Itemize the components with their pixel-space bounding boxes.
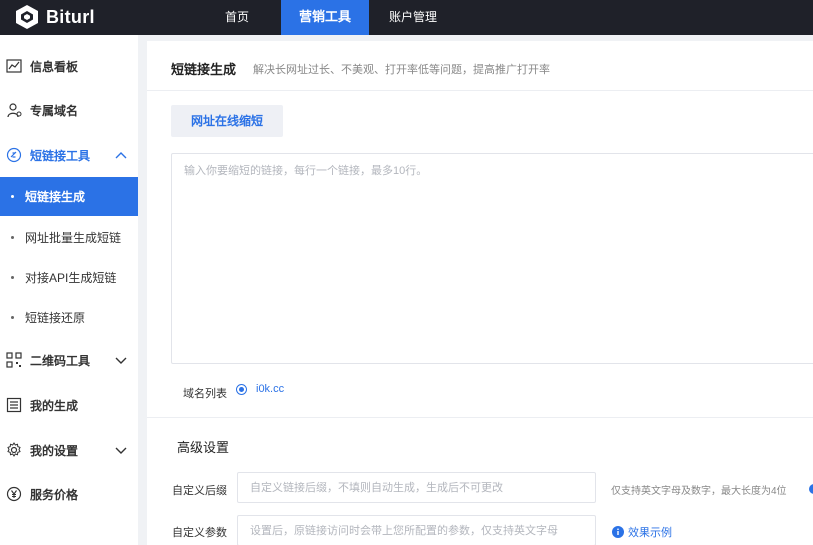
page-header: 短链接生成 解决长网址过长、不美观、打开率低等问题，提高推广打开率 <box>147 41 813 91</box>
domain-list-label: 域名列表 <box>183 388 227 400</box>
sidebar-item-my-settings[interactable]: 我的设置 <box>0 430 138 470</box>
gear-icon <box>7 442 21 457</box>
bullet-icon <box>11 316 14 319</box>
sidebar-subitem-shortlink-generate[interactable]: 短链接生成 <box>0 177 138 216</box>
bullet-icon <box>11 195 14 198</box>
example-link[interactable]: 效果示例 <box>612 524 672 540</box>
tab-url-shorten[interactable]: 网址在线缩短 <box>171 105 283 137</box>
sidebar-subitem-restore[interactable]: 短链接还原 <box>0 298 138 337</box>
nav-home[interactable]: 首页 <box>212 0 262 35</box>
nav-account[interactable]: 账户管理 <box>382 0 444 35</box>
sidebar-subitem-batch-generate[interactable]: 网址批量生成短链 <box>0 218 138 257</box>
sidebar-subitem-label: 短链接还原 <box>25 311 86 325</box>
domain-radio[interactable] <box>236 384 247 395</box>
sidebar-item-label: 服务价格 <box>30 487 79 502</box>
nav-marketing-tools[interactable]: 营销工具 <box>281 0 369 35</box>
user-domain-icon <box>7 103 22 118</box>
sidebar-item-label: 专属域名 <box>30 103 79 118</box>
sidebar-item-label: 信息看板 <box>30 59 79 74</box>
toggle-edge[interactable] <box>809 484 813 494</box>
advanced-settings-title: 高级设置 <box>177 440 230 455</box>
url-input[interactable] <box>171 153 813 364</box>
dashboard-icon <box>6 59 22 73</box>
sidebar-item-label: 短链接工具 <box>30 148 91 163</box>
sidebar-item-pricing[interactable]: 服务价格 <box>0 474 138 514</box>
custom-suffix-hint: 仅支持英文字母及数字，最大长度为4位 <box>611 486 787 497</box>
custom-suffix-input[interactable] <box>237 472 596 503</box>
sidebar-item-label: 我的生成 <box>30 398 79 413</box>
info-icon <box>612 526 624 538</box>
link-icon <box>6 147 22 163</box>
sidebar-subitem-label: 短链接生成 <box>25 190 86 204</box>
custom-suffix-label: 自定义后缀 <box>172 485 227 497</box>
domain-option-label[interactable]: i0k.cc <box>256 383 284 395</box>
chevron-up-icon <box>115 152 127 159</box>
sidebar-item-label: 我的设置 <box>30 443 79 458</box>
main-panel: 短链接生成 解决长网址过长、不美观、打开率低等问题，提高推广打开率 网址在线缩短… <box>147 41 813 545</box>
sidebar-subitem-label: 对接API生成短链 <box>25 271 117 285</box>
sidebar-item-dashboard[interactable]: 信息看板 <box>0 46 138 86</box>
chevron-down-icon <box>115 357 127 364</box>
bullet-icon <box>11 236 14 239</box>
logo-text: Biturl <box>46 6 95 27</box>
biturl-logo-icon <box>16 5 38 29</box>
sidebar-subitem-api-generate[interactable]: 对接API生成短链 <box>0 258 138 297</box>
logo[interactable]: Biturl <box>14 4 95 30</box>
chevron-down-icon <box>115 447 127 454</box>
sidebar-item-shortlink-tools[interactable]: 短链接工具 <box>0 135 138 175</box>
sidebar-item-label: 二维码工具 <box>30 353 91 368</box>
example-link-label: 效果示例 <box>628 527 672 539</box>
qrcode-icon <box>6 352 22 368</box>
section-divider <box>147 417 813 418</box>
sidebar-item-my-generated[interactable]: 我的生成 <box>0 385 138 425</box>
yen-icon <box>6 486 22 502</box>
page-title: 短链接生成 <box>171 62 237 77</box>
sidebar-item-qrcode-tools[interactable]: 二维码工具 <box>0 340 138 380</box>
custom-param-label: 自定义参数 <box>172 527 227 539</box>
bullet-icon <box>11 276 14 279</box>
list-icon <box>6 397 22 413</box>
page-description: 解决长网址过长、不美观、打开率低等问题，提高推广打开率 <box>253 64 550 76</box>
custom-param-input[interactable] <box>237 515 596 545</box>
sidebar: 信息看板 专属域名 短链接工具 短链接生成 网址批量生成短链 对接API生成短链… <box>0 35 138 545</box>
top-bar: Biturl 首页 营销工具 账户管理 <box>0 0 813 35</box>
sidebar-item-domain[interactable]: 专属域名 <box>0 90 138 130</box>
sidebar-subitem-label: 网址批量生成短链 <box>25 231 122 245</box>
